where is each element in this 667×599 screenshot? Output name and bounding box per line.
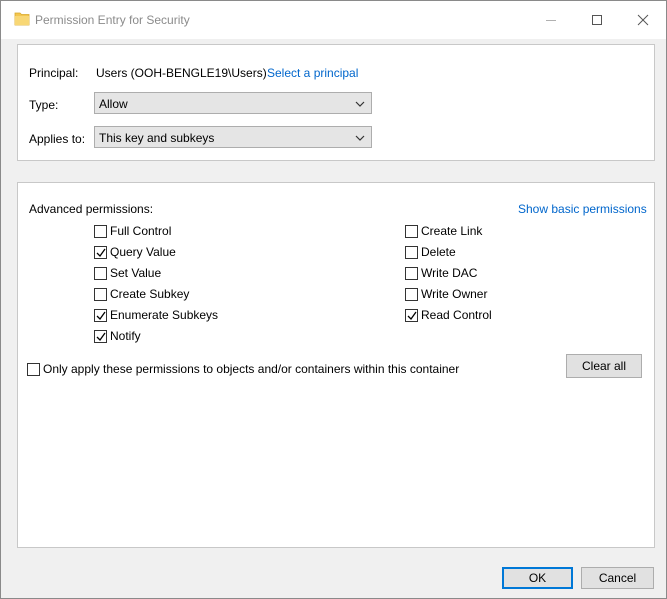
type-dropdown[interactable]: Allow	[94, 92, 372, 114]
applies-to-dropdown[interactable]: This key and subkeys	[94, 126, 372, 148]
checkbox-enumerate-subkeys[interactable]	[94, 309, 107, 322]
write-owner-label[interactable]: Write Owner	[421, 287, 487, 301]
permission-entry-dialog: Permission Entry for Security Principal:…	[0, 0, 667, 599]
checkbox-query-value[interactable]	[94, 246, 107, 259]
checkbox-only-apply[interactable]	[27, 363, 40, 376]
checkbox-create-link[interactable]	[405, 225, 418, 238]
select-principal-link[interactable]: Select a principal	[267, 66, 358, 80]
full-control-label[interactable]: Full Control	[110, 224, 171, 238]
checkbox-write-owner[interactable]	[405, 288, 418, 301]
close-icon	[637, 14, 649, 26]
enumerate-subkeys-label[interactable]: Enumerate Subkeys	[110, 308, 218, 322]
advanced-permissions-label: Advanced permissions:	[29, 202, 154, 216]
checkbox-create-subkey[interactable]	[94, 288, 107, 301]
advanced-permissions-panel: Advanced permissions: Show basic permiss…	[17, 182, 655, 548]
maximize-button[interactable]	[574, 1, 620, 39]
cancel-button[interactable]: Cancel	[581, 567, 654, 589]
delete-label[interactable]: Delete	[421, 245, 456, 259]
minimize-button[interactable]	[528, 1, 574, 39]
applies-to-label: Applies to:	[29, 132, 86, 146]
type-label: Type:	[29, 98, 59, 112]
set-value-label[interactable]: Set Value	[110, 266, 161, 280]
chevron-down-icon	[355, 101, 365, 107]
close-button[interactable]	[620, 1, 666, 39]
minimize-icon	[546, 20, 556, 21]
folder-icon	[14, 11, 30, 27]
clear-all-button[interactable]: Clear all	[566, 354, 642, 378]
chevron-down-icon	[355, 135, 365, 141]
checkbox-delete[interactable]	[405, 246, 418, 259]
checkbox-full-control[interactable]	[94, 225, 107, 238]
ok-button[interactable]: OK	[502, 567, 573, 589]
window-title: Permission Entry for Security	[35, 13, 190, 27]
checkbox-notify[interactable]	[94, 330, 107, 343]
checkbox-set-value[interactable]	[94, 267, 107, 280]
checkbox-write-dac[interactable]	[405, 267, 418, 280]
maximize-icon	[592, 15, 602, 25]
principal-panel: Principal: Users (OOH-BENGLE19\Users) Se…	[17, 44, 655, 161]
write-dac-label[interactable]: Write DAC	[421, 266, 477, 280]
create-subkey-label[interactable]: Create Subkey	[110, 287, 189, 301]
checkbox-read-control[interactable]	[405, 309, 418, 322]
create-link-label[interactable]: Create Link	[421, 224, 482, 238]
title-bar: Permission Entry for Security	[1, 1, 666, 39]
only-apply-label[interactable]: Only apply these permissions to objects …	[43, 362, 459, 376]
show-basic-permissions-link[interactable]: Show basic permissions	[518, 202, 647, 216]
query-value-label[interactable]: Query Value	[110, 245, 176, 259]
principal-label: Principal:	[29, 66, 79, 80]
applies-to-value: This key and subkeys	[99, 131, 215, 145]
type-value: Allow	[99, 97, 128, 111]
notify-label[interactable]: Notify	[110, 329, 141, 343]
read-control-label[interactable]: Read Control	[421, 308, 492, 322]
principal-value: Users (OOH-BENGLE19\Users)	[96, 66, 267, 80]
